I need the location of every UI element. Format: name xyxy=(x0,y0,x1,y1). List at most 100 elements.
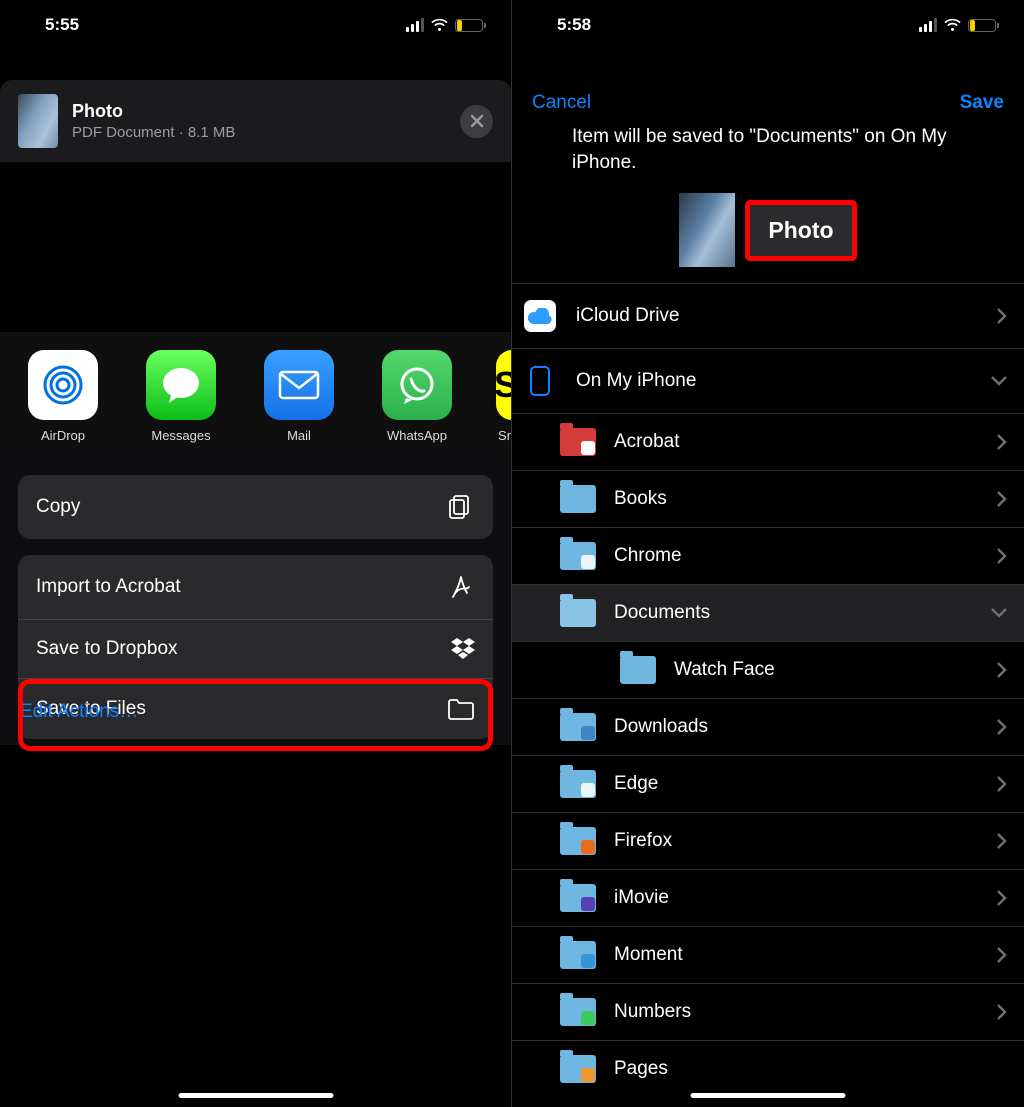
status-time: 5:55 xyxy=(45,15,79,35)
folder-icon xyxy=(560,884,596,912)
folder-acrobat[interactable]: Acrobat xyxy=(512,414,1024,471)
folder-label: Documents xyxy=(614,602,972,624)
wifi-icon xyxy=(430,18,449,32)
folder-label: Downloads xyxy=(614,716,978,738)
chevron-right-icon xyxy=(996,718,1008,736)
folder-label: Chrome xyxy=(614,545,978,567)
folder-pages[interactable]: Pages xyxy=(512,1041,1024,1097)
app-label: Messages xyxy=(151,428,210,443)
folder-books[interactable]: Books xyxy=(512,471,1024,528)
folder-label: Acrobat xyxy=(614,431,978,453)
edit-actions-button[interactable]: Edit Actions… xyxy=(18,679,493,745)
mail-icon xyxy=(264,350,334,420)
location-list: iCloud Drive On My iPhone Acrobat Books … xyxy=(512,283,1024,1097)
share-app-whatsapp[interactable]: WhatsApp xyxy=(378,350,456,443)
chevron-down-icon xyxy=(990,607,1008,619)
folder-icon xyxy=(560,827,596,855)
preview-gap xyxy=(0,162,511,332)
chevron-right-icon xyxy=(996,661,1008,679)
battery-icon xyxy=(968,19,996,32)
chevron-right-icon xyxy=(996,307,1008,325)
home-indicator[interactable] xyxy=(178,1093,333,1098)
folder-watch-face[interactable]: Watch Face xyxy=(512,642,1024,699)
chevron-right-icon xyxy=(996,547,1008,565)
save-button[interactable]: Save xyxy=(960,92,1004,114)
cancel-button[interactable]: Cancel xyxy=(532,92,591,114)
app-label: AirDrop xyxy=(41,428,85,443)
icloud-drive-row[interactable]: iCloud Drive xyxy=(512,283,1024,349)
file-title: Photo xyxy=(72,101,235,122)
chevron-right-icon xyxy=(996,946,1008,964)
folder-documents[interactable]: Documents xyxy=(512,585,1024,642)
battery-icon xyxy=(455,19,483,32)
folder-edge[interactable]: Edge xyxy=(512,756,1024,813)
folder-downloads[interactable]: Downloads xyxy=(512,699,1024,756)
folder-label: iMovie xyxy=(614,887,978,909)
folder-label: Pages xyxy=(614,1058,1008,1080)
chevron-right-icon xyxy=(996,490,1008,508)
folder-firefox[interactable]: Firefox xyxy=(512,813,1024,870)
action-label: Copy xyxy=(36,496,80,518)
folder-icon xyxy=(560,428,596,456)
file-thumbnail xyxy=(679,193,735,267)
folder-label: Edge xyxy=(614,773,978,795)
folder-icon xyxy=(560,941,596,969)
folder-chrome[interactable]: Chrome xyxy=(512,528,1024,585)
snap-icon: S xyxy=(496,350,512,420)
cellular-icon xyxy=(919,18,938,32)
share-sheet-screen: 5:55 Photo PDF Document · 8.1 MB AirDrop xyxy=(0,0,512,1107)
close-icon xyxy=(470,114,484,128)
file-subtitle: PDF Document · 8.1 MB xyxy=(72,124,235,141)
folder-icon xyxy=(560,599,596,627)
folder-icon xyxy=(560,485,596,513)
messages-icon xyxy=(146,350,216,420)
dropbox-icon xyxy=(451,638,475,660)
app-label: Mail xyxy=(287,428,311,443)
share-sheet-header: Photo PDF Document · 8.1 MB xyxy=(0,80,511,162)
share-app-mail[interactable]: Mail xyxy=(260,350,338,443)
home-indicator[interactable] xyxy=(691,1093,846,1098)
status-bar: 5:55 xyxy=(0,0,511,50)
on-my-iphone-row[interactable]: On My iPhone xyxy=(512,349,1024,414)
status-time: 5:58 xyxy=(557,15,591,35)
icloud-icon xyxy=(524,300,556,332)
app-label: Sn xyxy=(498,428,512,443)
chevron-right-icon xyxy=(996,889,1008,907)
chevron-down-icon xyxy=(990,375,1008,387)
save-to-files-screen: 5:58 Cancel Save Item will be saved to "… xyxy=(512,0,1024,1107)
save-dropbox-action[interactable]: Save to Dropbox xyxy=(18,620,493,679)
app-label: WhatsApp xyxy=(387,428,447,443)
action-label: Save to Dropbox xyxy=(36,638,178,660)
acrobat-icon xyxy=(447,573,475,601)
folder-imovie[interactable]: iMovie xyxy=(512,870,1024,927)
import-acrobat-action[interactable]: Import to Acrobat xyxy=(18,555,493,620)
folder-icon xyxy=(447,697,475,721)
chevron-right-icon xyxy=(996,1003,1008,1021)
status-bar: 5:58 xyxy=(512,0,1024,50)
app-row[interactable]: AirDrop Messages Mail WhatsApp S Sn xyxy=(0,332,511,449)
close-button[interactable] xyxy=(460,105,493,138)
chevron-right-icon xyxy=(996,832,1008,850)
file-name-row: Photo xyxy=(512,193,1024,267)
folder-icon xyxy=(620,656,656,684)
iphone-icon xyxy=(530,366,550,396)
file-thumbnail xyxy=(18,94,58,148)
copy-action[interactable]: Copy xyxy=(18,475,493,539)
cellular-icon xyxy=(406,18,425,32)
airdrop-icon xyxy=(28,350,98,420)
copy-group: Copy xyxy=(18,475,493,539)
folder-icon xyxy=(560,1055,596,1083)
folder-label: Firefox xyxy=(614,830,978,852)
share-app-airdrop[interactable]: AirDrop xyxy=(24,350,102,443)
share-app-more[interactable]: S Sn xyxy=(496,350,512,443)
folder-moment[interactable]: Moment xyxy=(512,927,1024,984)
filename-input[interactable]: Photo xyxy=(745,200,856,261)
share-app-messages[interactable]: Messages xyxy=(142,350,220,443)
folder-numbers[interactable]: Numbers xyxy=(512,984,1024,1041)
location-label: On My iPhone xyxy=(576,370,972,392)
chevron-right-icon xyxy=(996,433,1008,451)
whatsapp-icon xyxy=(382,350,452,420)
wifi-icon xyxy=(943,18,962,32)
folder-label: Books xyxy=(614,488,978,510)
copy-icon xyxy=(447,493,475,521)
